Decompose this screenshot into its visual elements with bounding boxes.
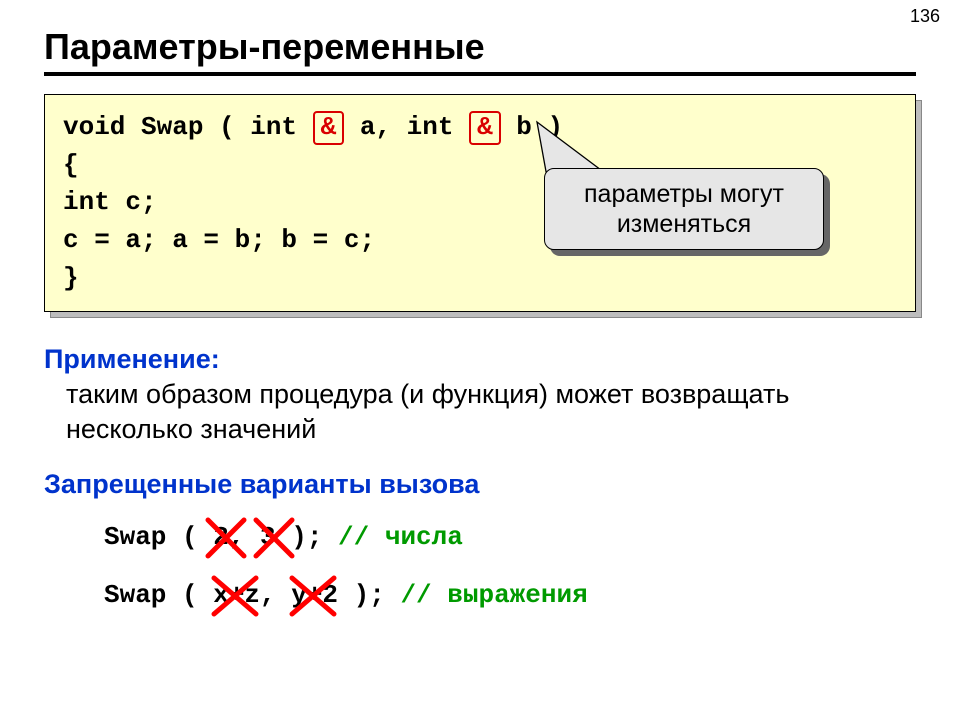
page-number: 136 (910, 6, 940, 27)
code-block: void Swap ( int & a, int & b ) { int c; … (44, 94, 916, 312)
ref-amp-a: & (313, 111, 345, 145)
ref-amp-b: & (469, 111, 501, 145)
code-comment: // числа (338, 522, 463, 552)
code-text: Swap ( x+z, y+2 ); (104, 580, 400, 610)
slide: 136 Параметры-переменные void Swap ( int… (0, 0, 960, 720)
callout-line-1: параметры могут (565, 179, 803, 209)
usage-heading: Применение: (44, 344, 916, 375)
code-text: void Swap ( int (63, 112, 313, 142)
forbidden-heading: Запрещенные варианты вызова (44, 469, 916, 500)
code-text: a, int (344, 112, 469, 142)
forbidden-example-2: Swap ( x+z, y+2 ); // выражения (104, 580, 916, 610)
code-comment: // выражения (400, 580, 587, 610)
code-line-1: void Swap ( int & a, int & b ) (63, 109, 897, 147)
slide-title: Параметры-переменные (44, 26, 916, 68)
usage-text: таким образом процедура (и функция) може… (66, 377, 916, 446)
callout-line-2: изменяться (565, 209, 803, 239)
code-line-5: } (63, 260, 897, 298)
code-text: Swap ( 2, 3 ); (104, 522, 338, 552)
forbidden-example-1: Swap ( 2, 3 ); // числа (104, 522, 916, 552)
callout: параметры могут изменяться (544, 168, 824, 250)
title-underline (44, 72, 916, 76)
callout-box: параметры могут изменяться (544, 168, 824, 250)
